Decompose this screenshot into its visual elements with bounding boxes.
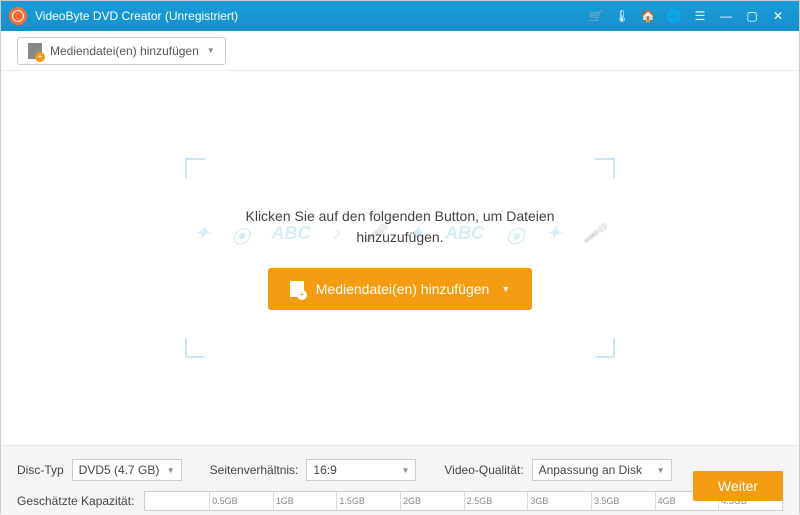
chevron-down-icon: ▼: [657, 466, 665, 475]
add-file-icon: [28, 43, 42, 59]
app-logo-icon: [9, 7, 27, 25]
frame-corner: [185, 338, 205, 358]
quality-label: Video-Qualität:: [444, 463, 523, 477]
add-file-icon: [290, 281, 304, 297]
ruler-tick: 3.5GB: [591, 492, 620, 510]
watermark: ✦⦿ABC♪🎤 ✦ABC⦿✦🎤 ⦿✦♪ABC✦: [185, 158, 615, 358]
ruler-tick: 2.5GB: [464, 492, 493, 510]
home-icon[interactable]: 🏠: [639, 7, 657, 25]
ruler-tick: 4GB: [655, 492, 676, 510]
quality-value: Anpassung an Disk: [539, 463, 642, 477]
chevron-down-icon: ▼: [501, 284, 510, 294]
disc-type-value: DVD5 (4.7 GB): [79, 463, 160, 477]
main-area: ✦⦿ABC♪🎤 ✦ABC⦿✦🎤 ⦿✦♪ABC✦ Klicken Sie auf …: [1, 71, 799, 445]
footer: Disc-Typ DVD5 (4.7 GB) ▼ Seitenverhältni…: [1, 445, 799, 515]
register-icon[interactable]: 🌡: [613, 7, 631, 25]
app-title: VideoByte DVD Creator (Unregistriert): [35, 9, 238, 23]
quality-select[interactable]: Anpassung an Disk ▼: [532, 459, 672, 481]
close-icon[interactable]: ✕: [769, 7, 787, 25]
add-media-label: Mediendatei(en) hinzufügen: [50, 44, 199, 58]
cart-icon[interactable]: 🛒: [587, 7, 605, 25]
disc-type-label: Disc-Typ: [17, 463, 64, 477]
aspect-select[interactable]: 16:9 ▼: [306, 459, 416, 481]
next-button[interactable]: Weiter: [693, 471, 783, 501]
disc-type-select[interactable]: DVD5 (4.7 GB) ▼: [72, 459, 182, 481]
minimize-icon[interactable]: —: [717, 7, 735, 25]
add-media-button-large[interactable]: Mediendatei(en) hinzufügen ▼: [268, 268, 533, 310]
aspect-label: Seitenverhältnis:: [210, 463, 299, 477]
frame-corner: [185, 158, 205, 178]
instruction-text: Klicken Sie auf den folgenden Button, um…: [246, 206, 555, 248]
menu-icon[interactable]: ☰: [691, 7, 709, 25]
ruler-tick: 0.5GB: [209, 492, 238, 510]
aspect-value: 16:9: [313, 463, 336, 477]
ruler-tick: 3GB: [527, 492, 548, 510]
titlebar: VideoByte DVD Creator (Unregistriert) 🛒 …: [1, 1, 799, 31]
ruler-tick: 2GB: [400, 492, 421, 510]
chevron-down-icon: ▼: [401, 466, 409, 475]
language-icon[interactable]: 🌐: [665, 7, 683, 25]
ruler-tick: 1.5GB: [336, 492, 365, 510]
ruler-tick: 1GB: [273, 492, 294, 510]
chevron-down-icon: ▼: [167, 466, 175, 475]
add-media-label: Mediendatei(en) hinzufügen: [316, 281, 490, 297]
chevron-down-icon: ▼: [207, 46, 215, 55]
add-media-button-small[interactable]: Mediendatei(en) hinzufügen ▼: [17, 37, 226, 65]
capacity-label: Geschätzte Kapazität:: [17, 494, 134, 508]
maximize-icon[interactable]: ▢: [743, 7, 761, 25]
capacity-ruler: 0.5GB1GB1.5GB2GB2.5GB3GB3.5GB4GB4.5GB: [144, 491, 783, 511]
frame-corner: [595, 338, 615, 358]
drop-frame: ✦⦿ABC♪🎤 ✦ABC⦿✦🎤 ⦿✦♪ABC✦ Klicken Sie auf …: [185, 158, 615, 358]
toolbar: Mediendatei(en) hinzufügen ▼: [1, 31, 799, 71]
frame-corner: [595, 158, 615, 178]
